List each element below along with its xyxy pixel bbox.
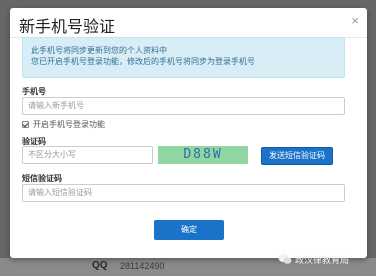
- sms-code-input[interactable]: 请输入短信验证码: [22, 184, 345, 202]
- captcha-input[interactable]: 不区分大小写: [22, 146, 153, 164]
- phone-label: 手机号: [22, 87, 46, 96]
- background-qq-number: 281142490: [120, 261, 165, 271]
- phone-login-checkbox[interactable]: [22, 120, 29, 128]
- wechat-icon: [278, 254, 292, 264]
- background-qq-label: QQ: [92, 260, 108, 271]
- watermark-text: 政汉律教育局: [295, 254, 350, 265]
- notice-line-2: 您已开启手机号登录功能，修改后的手机号将同步为登录手机号: [31, 57, 255, 66]
- dialog-header: 新手机号验证 ×: [10, 8, 367, 38]
- send-sms-code-button[interactable]: 发送短信验证码: [261, 147, 333, 165]
- watermark: 政汉律教育局: [278, 251, 349, 267]
- phone-login-toggle[interactable]: 开启手机号登录功能: [22, 118, 105, 130]
- sms-code-label: 短信验证码: [22, 174, 62, 183]
- phone-login-label: 开启手机号登录功能: [33, 119, 105, 129]
- notice-line-1: 此手机号将同步更新到您的个人资料中: [31, 46, 167, 55]
- new-phone-input[interactable]: 请输入新手机号: [22, 97, 345, 115]
- confirm-button[interactable]: 确定: [154, 220, 224, 240]
- info-notice: 此手机号将同步更新到您的个人资料中 您已开启手机号登录功能，修改后的手机号将同步…: [22, 37, 345, 78]
- captcha-image[interactable]: D88W: [158, 146, 248, 164]
- dialog-title: 新手机号验证: [19, 19, 116, 36]
- close-icon[interactable]: ×: [351, 14, 359, 27]
